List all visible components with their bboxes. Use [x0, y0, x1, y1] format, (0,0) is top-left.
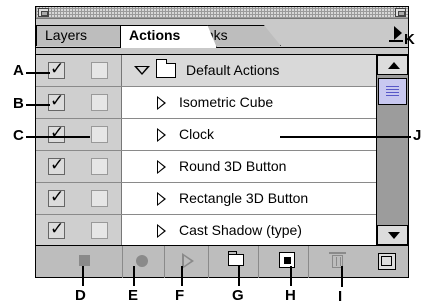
checkmark-icon: ✓	[50, 91, 65, 110]
vertical-scrollbar[interactable]	[376, 54, 408, 245]
action-content: Clock	[122, 119, 376, 150]
stop-button[interactable]	[72, 251, 97, 271]
action-content: Isometric Cube	[122, 87, 376, 118]
action-row[interactable]: ✓ Round 3D Button	[36, 151, 376, 183]
expand-triangle-icon[interactable]	[157, 160, 166, 174]
action-content: Rectangle 3D Button	[122, 183, 376, 214]
action-content: Cast Shadow (type)	[122, 215, 376, 247]
zoom-box-icon[interactable]	[395, 8, 406, 17]
toggle-item-checkbox[interactable]: ✓	[48, 155, 65, 175]
callout-i: I	[338, 288, 343, 305]
action-label: Rectangle 3D Button	[179, 190, 309, 206]
record-icon	[136, 255, 148, 267]
action-row[interactable]: ✓ Cast Shadow (type)	[36, 215, 376, 247]
callout-i-leader	[341, 266, 343, 287]
close-box-icon[interactable]	[38, 8, 49, 17]
toggle-dialog-checkbox[interactable]	[91, 126, 108, 143]
callout-b: B	[13, 95, 24, 112]
expand-triangle-icon[interactable]	[157, 96, 166, 110]
toggle-dialog-checkbox[interactable]	[91, 62, 108, 79]
actions-palette: Links Layers Actions ✓ Default Actions ✓…	[35, 6, 409, 278]
tab-layers[interactable]: Layers	[36, 25, 122, 46]
toggle-item-checkbox[interactable]: ✓	[48, 123, 65, 143]
delete-button[interactable]	[326, 251, 351, 271]
action-set-content: Default Actions	[122, 55, 376, 86]
footer-divider	[122, 246, 123, 278]
callout-g: G	[232, 287, 244, 304]
action-set-label: Default Actions	[186, 62, 280, 78]
callout-c: C	[13, 127, 24, 144]
callout-f-leader	[181, 266, 183, 286]
action-content: Round 3D Button	[122, 151, 376, 182]
callout-f: F	[175, 287, 185, 304]
scroll-down-arrow-icon[interactable]	[377, 225, 408, 245]
callout-h: H	[285, 287, 296, 304]
action-label: Cast Shadow (type)	[179, 222, 302, 238]
action-label: Isometric Cube	[179, 94, 274, 110]
toggle-dialog-checkbox[interactable]	[91, 158, 108, 175]
new-action-button[interactable]	[276, 251, 301, 271]
new-set-icon	[227, 251, 244, 266]
callout-a: A	[13, 62, 24, 79]
callout-k: K	[404, 31, 415, 48]
expand-triangle-icon[interactable]	[157, 128, 166, 142]
toggle-item-checkbox[interactable]: ✓	[48, 219, 65, 239]
footer-divider	[258, 246, 259, 278]
expand-triangle-icon[interactable]	[157, 192, 166, 206]
checkmark-icon: ✓	[50, 219, 65, 238]
toggle-item-checkbox[interactable]: ✓	[48, 59, 65, 79]
checkmark-icon: ✓	[50, 187, 65, 206]
tab-actions[interactable]: Actions	[120, 25, 217, 48]
action-set-row[interactable]: ✓ Default Actions	[36, 55, 376, 87]
callout-e-leader	[133, 266, 135, 286]
checkmark-icon: ✓	[50, 59, 65, 78]
callout-j: J	[413, 127, 422, 144]
callout-d-leader	[82, 266, 84, 286]
checkmark-icon: ✓	[50, 155, 65, 174]
action-row[interactable]: ✓ Clock	[36, 119, 376, 151]
palette-title-bar[interactable]	[36, 7, 408, 19]
play-button[interactable]	[176, 251, 201, 271]
footer-divider	[164, 246, 165, 278]
callout-g-leader	[238, 266, 240, 286]
toggle-dialog-checkbox[interactable]	[91, 190, 108, 207]
tab-divider	[36, 47, 408, 48]
scroll-up-arrow-icon[interactable]	[377, 55, 408, 75]
new-action-icon	[279, 252, 295, 268]
new-set-button[interactable]	[224, 251, 249, 271]
toggle-item-checkbox[interactable]: ✓	[48, 91, 65, 111]
callout-j-leader	[280, 136, 411, 138]
toggle-item-checkbox[interactable]: ✓	[48, 187, 65, 207]
callout-e: E	[128, 287, 139, 304]
actions-list: ✓ Default Actions ✓ Isometric Cube ✓ Clo…	[36, 54, 376, 245]
expand-triangle-down-icon[interactable]	[134, 66, 150, 75]
checkmark-icon: ✓	[50, 123, 65, 142]
resize-grow-box-icon[interactable]	[378, 253, 396, 270]
action-row[interactable]: ✓ Isometric Cube	[36, 87, 376, 119]
footer-divider	[208, 246, 209, 278]
footer-divider	[308, 246, 309, 278]
stop-icon	[79, 255, 90, 266]
scroll-thumb[interactable]	[378, 78, 407, 105]
callout-b-leader	[26, 104, 50, 106]
expand-triangle-icon[interactable]	[157, 224, 166, 238]
palette-footer	[36, 245, 408, 278]
toggle-dialog-checkbox[interactable]	[91, 94, 108, 111]
play-icon	[182, 253, 194, 269]
action-label: Clock	[179, 126, 215, 142]
palette-menu-arrow-icon[interactable]	[394, 26, 402, 40]
callout-c-leader	[26, 136, 90, 138]
callout-k-leader	[389, 40, 403, 42]
action-set-folder-icon	[155, 59, 176, 78]
callout-h-leader	[290, 266, 292, 286]
action-row[interactable]: ✓ Rectangle 3D Button	[36, 183, 376, 215]
callout-a-leader	[26, 72, 50, 74]
callout-d: D	[75, 287, 86, 304]
toggle-dialog-checkbox[interactable]	[91, 222, 108, 239]
tab-row: Links Layers Actions	[36, 20, 408, 54]
action-label: Round 3D Button	[179, 158, 287, 174]
